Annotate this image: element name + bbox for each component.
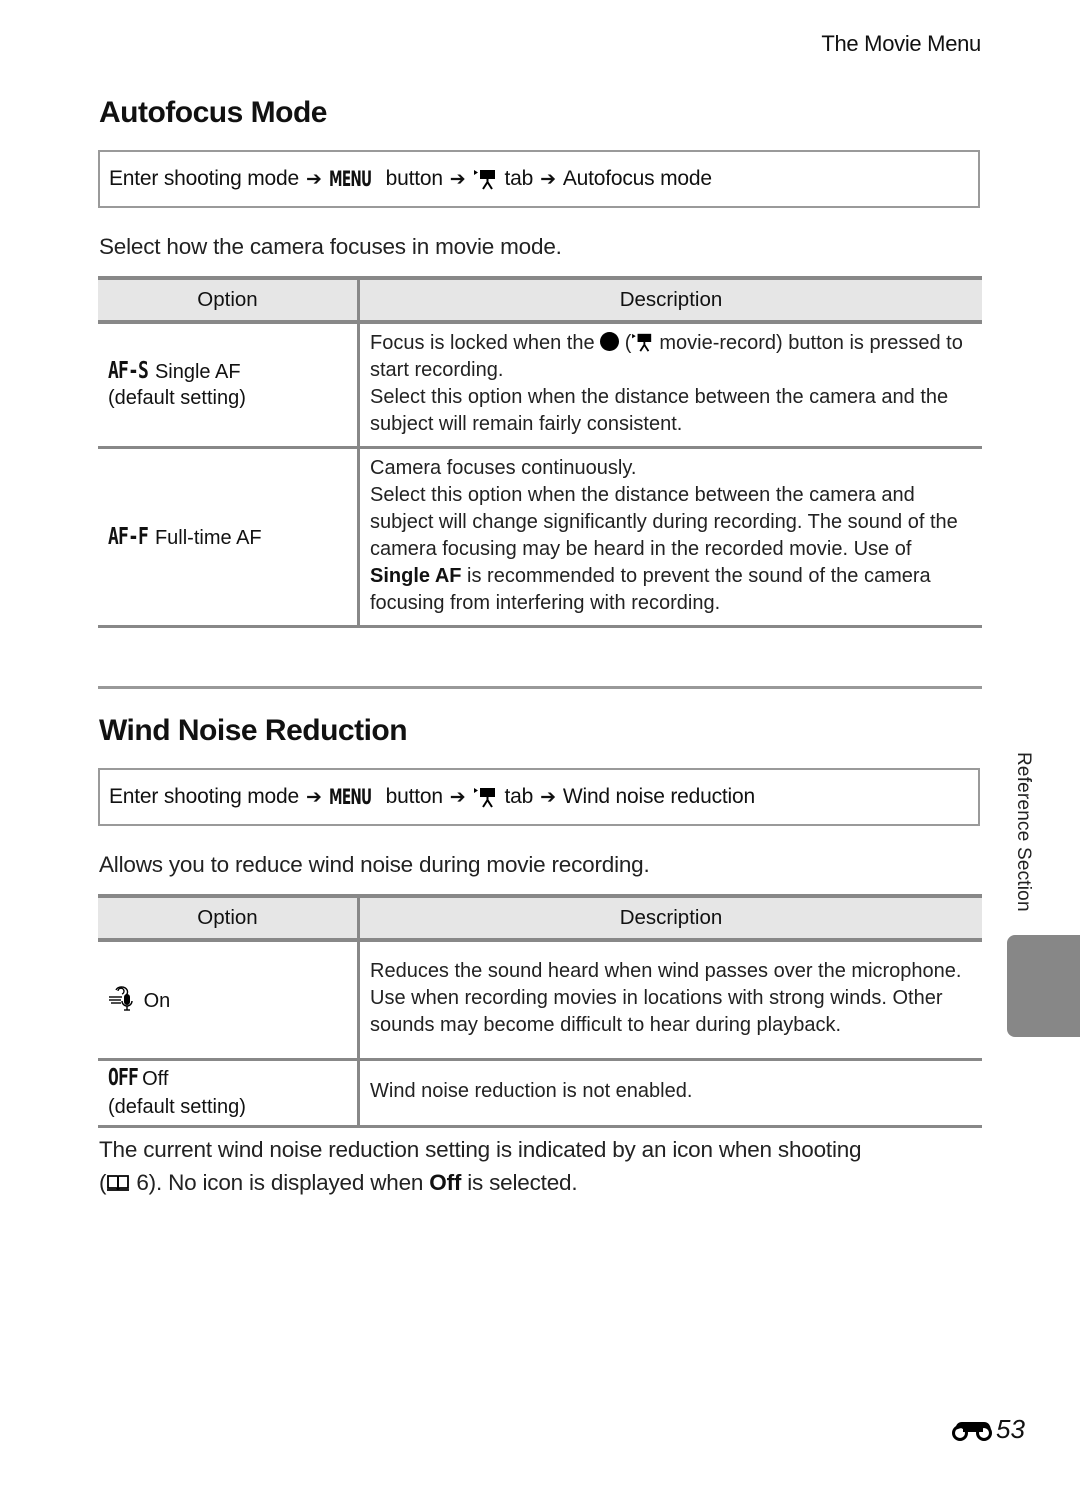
description-cell: Camera focuses continuously. Select this… bbox=[358, 447, 982, 628]
description-cell: Reduces the sound heard when wind passes… bbox=[358, 940, 982, 1061]
option-cell: AF-S Single AF (default setting) bbox=[98, 322, 360, 449]
movie-tab-icon bbox=[473, 170, 495, 190]
table-header-description: Description bbox=[358, 894, 982, 942]
arrow-icon: ➔ bbox=[306, 168, 322, 190]
arrow-icon: ➔ bbox=[540, 786, 556, 808]
menu-button-glyph: MENU bbox=[328, 785, 372, 809]
paren: ( bbox=[99, 1170, 107, 1195]
bold-term: Off bbox=[429, 1170, 462, 1195]
reference-section-icon bbox=[952, 1421, 992, 1441]
nav-step: tab bbox=[504, 785, 534, 808]
nav-step: button bbox=[385, 167, 443, 190]
default-note: (default setting) bbox=[108, 387, 246, 409]
page-number-text: 53 bbox=[996, 1414, 1025, 1444]
section-title-wind-noise: Wind Noise Reduction bbox=[99, 714, 408, 747]
table-row: AF-F Full-time AF Camera focuses continu… bbox=[98, 447, 982, 628]
arrow-icon: ➔ bbox=[449, 168, 466, 190]
side-section-label: Reference Section bbox=[1013, 752, 1034, 912]
nav-path-autofocus: Enter shooting mode ➔ MENU button ➔ tab … bbox=[98, 150, 980, 208]
option-cell: On bbox=[98, 940, 360, 1061]
section-tab-marker bbox=[1007, 935, 1080, 1037]
note-text: The current wind noise reduction setting… bbox=[99, 1137, 862, 1162]
movie-tab-icon bbox=[473, 788, 495, 808]
description-text: Select this option when the distance bet… bbox=[370, 484, 958, 560]
table-header-option: Option bbox=[98, 894, 360, 942]
option-name: Off bbox=[142, 1068, 169, 1090]
options-table-wind-noise: Option Description On Reduces the sound … bbox=[98, 894, 982, 1128]
nav-step: Wind noise reduction bbox=[562, 785, 755, 808]
option-name: Single AF bbox=[154, 361, 241, 383]
note-text: 6). No icon is displayed when bbox=[136, 1170, 424, 1195]
table-row: OFF Off (default setting) Wind noise red… bbox=[98, 1059, 982, 1128]
options-table-autofocus: Option Description AF-S Single AF (defau… bbox=[98, 276, 982, 628]
nav-path-wind-noise: Enter shooting mode ➔ MENU button ➔ tab … bbox=[98, 768, 980, 826]
nav-step: Enter shooting mode bbox=[109, 785, 299, 808]
table-header-option: Option bbox=[98, 276, 360, 324]
table-header-description: Description bbox=[358, 276, 982, 324]
table-row: On Reduces the sound heard when wind pas… bbox=[98, 940, 982, 1061]
arrow-icon: ➔ bbox=[449, 786, 466, 808]
arrow-icon: ➔ bbox=[306, 786, 322, 808]
description-text: Focus is locked when the bbox=[370, 332, 595, 354]
description-text: Camera focuses continuously. bbox=[370, 457, 637, 479]
section-title-autofocus: Autofocus Mode bbox=[99, 96, 327, 129]
section-intro: Select how the camera focuses in movie m… bbox=[99, 234, 562, 259]
table-row: AF-S Single AF (default setting) Focus i… bbox=[98, 322, 982, 449]
arrow-icon: ➔ bbox=[540, 168, 556, 190]
paren: ( bbox=[624, 332, 632, 354]
running-head: The Movie Menu bbox=[821, 31, 981, 56]
section-divider bbox=[98, 686, 982, 689]
bold-term: Single AF bbox=[370, 565, 462, 587]
footnote: The current wind noise reduction setting… bbox=[99, 1133, 979, 1199]
nav-step: tab bbox=[504, 167, 534, 190]
section-intro: Allows you to reduce wind noise during m… bbox=[99, 852, 650, 877]
option-cell: AF-F Full-time AF bbox=[98, 447, 360, 628]
option-name: Full-time AF bbox=[154, 527, 262, 549]
nav-step: Autofocus mode bbox=[562, 167, 712, 190]
nav-step: Enter shooting mode bbox=[109, 167, 299, 190]
description-text: Select this option when the distance bet… bbox=[370, 386, 949, 435]
default-note: (default setting) bbox=[108, 1096, 246, 1118]
note-text: is selected. bbox=[467, 1170, 578, 1195]
record-button-icon bbox=[600, 332, 620, 351]
page-number: 53 bbox=[952, 1414, 1025, 1445]
movie-record-icon bbox=[632, 333, 652, 352]
option-name: On bbox=[143, 990, 171, 1013]
description-cell: Wind noise reduction is not enabled. bbox=[358, 1059, 982, 1128]
off-icon: OFF bbox=[108, 1065, 139, 1091]
wind-noise-icon bbox=[109, 986, 133, 1011]
description-cell: Focus is locked when the ( movie-record)… bbox=[358, 322, 982, 449]
nav-step: button bbox=[385, 785, 443, 808]
af-f-icon: AF-F bbox=[108, 524, 149, 550]
af-s-icon: AF-S bbox=[108, 358, 149, 384]
option-cell: OFF Off (default setting) bbox=[98, 1059, 360, 1128]
menu-button-glyph: MENU bbox=[328, 167, 372, 191]
book-icon bbox=[107, 1175, 130, 1191]
